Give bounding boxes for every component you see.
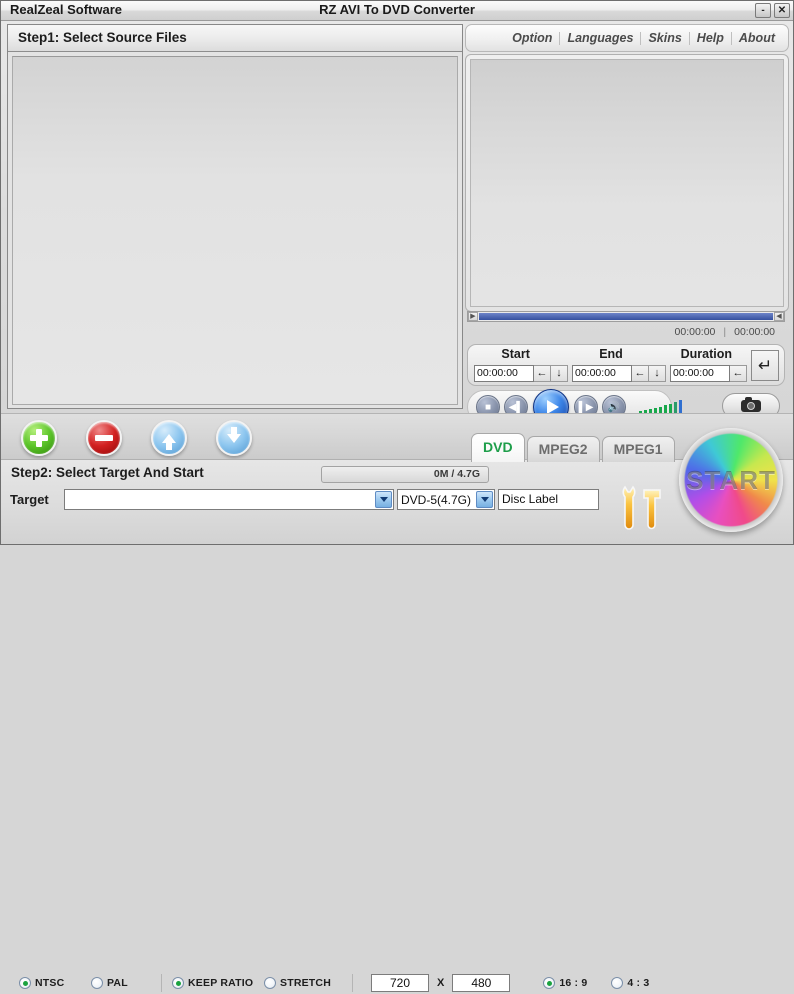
source-file-list[interactable] (12, 56, 458, 405)
disc-type-value: DVD-5(4.7G) (401, 492, 472, 507)
start-set-down-icon[interactable]: ↓ (551, 364, 568, 382)
disc-type-chevron-down-icon[interactable] (476, 491, 493, 508)
end-set-down-icon[interactable]: ↓ (649, 364, 666, 382)
move-down-button[interactable] (216, 420, 252, 456)
radio-4-3-label: 4 : 3 (627, 977, 650, 989)
step2-heading: Step2: Select Target And Start (11, 465, 204, 480)
seek-right-arrow-icon[interactable]: ◀ (774, 312, 784, 321)
encoding-options-row: NTSC PAL KEEP RATIO STRETCH 720 X 480 16… (1, 972, 793, 994)
video-preview-container (465, 54, 789, 312)
timecode-separator: | (723, 326, 727, 338)
radio-ntsc-label: NTSC (35, 977, 65, 989)
radio-aspect-4-3[interactable]: 4 : 3 (611, 977, 671, 989)
options-divider (352, 974, 353, 992)
minus-icon (95, 435, 113, 441)
menu-item-languages[interactable]: Languages (560, 31, 640, 45)
options-divider (161, 974, 162, 992)
dimension-separator: X (437, 977, 445, 989)
settings-tools-button[interactable] (613, 481, 677, 537)
duration-label: Duration (680, 347, 733, 361)
menu-item-about[interactable]: About (732, 31, 782, 45)
tab-mpeg1[interactable]: MPEG1 (601, 436, 675, 462)
trim-controls: Start End Duration 00:00:00 ← ↓ 00:00:00… (467, 344, 785, 386)
move-up-button[interactable] (151, 420, 187, 456)
seek-bar[interactable]: ▶ ◀ (467, 311, 785, 322)
menu-item-skins[interactable]: Skins (641, 31, 688, 45)
radio-keep-ratio-dot-icon (172, 977, 184, 989)
disc-usage-progressbar: 0M / 4.7G (321, 466, 489, 483)
apply-trim-enter-icon[interactable]: ↵ (751, 350, 779, 381)
menu-bar: Option Languages Skins Help About (465, 24, 789, 52)
target-folder-input[interactable] (65, 490, 375, 509)
end-set-left-icon[interactable]: ← (632, 364, 649, 382)
target-dropdown-chevron-down-icon[interactable] (375, 491, 392, 508)
radio-ntsc[interactable]: NTSC (19, 977, 91, 989)
tab-dvd[interactable]: DVD (471, 433, 525, 462)
end-field-group: 00:00:00 ← ↓ (572, 364, 666, 382)
radio-stretch-dot-icon (264, 977, 276, 989)
menu-item-help[interactable]: Help (690, 31, 731, 45)
remove-file-button[interactable] (86, 420, 122, 456)
start-label: Start (501, 347, 530, 361)
window-title: RZ AVI To DVD Converter (319, 2, 475, 17)
radio-4-3-dot-icon (611, 977, 624, 989)
radio-ntsc-dot-icon (19, 977, 31, 989)
radio-keep-ratio-label: KEEP RATIO (188, 977, 254, 989)
trim-labels-row: Start End Duration (468, 347, 754, 363)
start-time-input[interactable]: 00:00:00 (474, 364, 534, 382)
application-window: RealZeal Software RZ AVI To DVD Converte… (0, 0, 794, 992)
disc-label-input[interactable]: Disc Label (498, 489, 599, 510)
seek-left-arrow-icon[interactable]: ▶ (468, 312, 478, 321)
start-conversion-button[interactable]: START (679, 428, 783, 532)
duration-set-left-icon[interactable]: ← (730, 364, 747, 382)
title-bar: RealZeal Software RZ AVI To DVD Converte… (1, 1, 793, 21)
start-field-group: 00:00:00 ← ↓ (474, 364, 568, 382)
preview-panel: Option Languages Skins Help About ▶ ◀ 00… (465, 24, 789, 425)
output-width-input[interactable]: 720 (371, 974, 429, 992)
play-icon (546, 400, 559, 414)
step1-heading: Step1: Select Source Files (8, 25, 462, 52)
camera-icon (741, 397, 761, 412)
video-preview-surface[interactable] (470, 59, 784, 307)
radio-stretch[interactable]: STRETCH (264, 977, 352, 989)
target-label: Target (10, 492, 49, 507)
current-time: 00:00:00 (674, 326, 716, 338)
menu-item-option[interactable]: Option (505, 31, 559, 45)
plus-icon (30, 429, 48, 447)
radio-stretch-label: STRETCH (280, 977, 331, 989)
output-height-input[interactable]: 480 (452, 974, 511, 992)
duration-field-group: 00:00:00 ← (670, 364, 747, 382)
start-button-label: START (686, 464, 776, 495)
seek-track[interactable] (479, 313, 773, 320)
source-files-panel: Step1: Select Source Files (7, 24, 463, 409)
duration-time-input[interactable]: 00:00:00 (670, 364, 730, 382)
timecode-display: 00:00:00 | 00:00:00 (467, 323, 785, 341)
radio-16-9-label: 16 : 9 (559, 977, 588, 989)
arrow-up-icon (162, 433, 176, 450)
radio-pal-dot-icon (91, 977, 103, 989)
close-button[interactable]: ✕ (774, 3, 790, 18)
start-set-left-icon[interactable]: ← (534, 364, 551, 382)
minimize-button[interactable]: - (755, 3, 771, 18)
radio-16-9-dot-icon (543, 977, 556, 989)
trim-fields-row: 00:00:00 ← ↓ 00:00:00 ← ↓ 00:00:00 ← (474, 364, 774, 382)
window-controls: - ✕ (755, 3, 790, 18)
radio-keep-ratio[interactable]: KEEP RATIO (172, 977, 264, 989)
end-label: End (599, 347, 623, 361)
total-time: 00:00:00 (734, 326, 775, 338)
disc-type-combobox[interactable]: DVD-5(4.7G) (397, 489, 495, 510)
radio-aspect-16-9[interactable]: 16 : 9 (543, 977, 611, 989)
arrow-down-icon (227, 426, 241, 443)
end-time-input[interactable]: 00:00:00 (572, 364, 632, 382)
target-folder-combobox[interactable] (64, 489, 394, 510)
wrench-hammer-icon (622, 485, 661, 530)
radio-pal-label: PAL (107, 977, 128, 989)
radio-pal[interactable]: PAL (91, 977, 161, 989)
output-format-tabs: DVD MPEG2 MPEG1 (471, 433, 675, 462)
tab-mpeg2[interactable]: MPEG2 (526, 436, 600, 462)
add-files-button[interactable] (21, 420, 57, 456)
